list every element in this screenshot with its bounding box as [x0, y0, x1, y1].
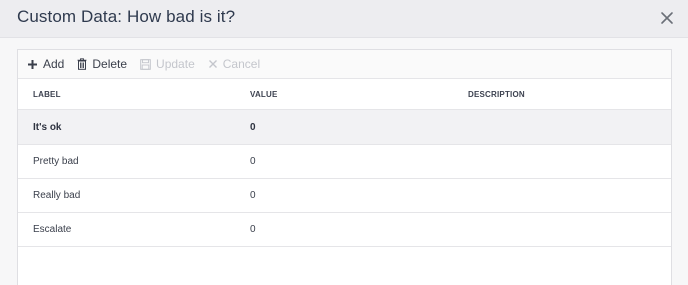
custom-data-table: LABEL VALUE DESCRIPTION It's ok 0 Pretty… — [18, 79, 671, 247]
row-value: 0 — [250, 190, 256, 201]
cancel-button-label: Cancel — [222, 57, 261, 71]
save-icon — [140, 58, 151, 70]
row-value: 0 — [250, 156, 256, 167]
table-row[interactable]: Pretty bad 0 — [18, 145, 671, 179]
add-button[interactable]: Add — [27, 57, 64, 71]
close-icon[interactable] — [658, 9, 676, 27]
column-header-description[interactable]: DESCRIPTION — [468, 90, 525, 99]
row-value: 0 — [250, 224, 256, 235]
table-header-row: LABEL VALUE DESCRIPTION — [18, 79, 671, 110]
add-button-label: Add — [43, 57, 65, 71]
cancel-button[interactable]: Cancel — [208, 57, 260, 71]
table-row[interactable]: Escalate 0 — [18, 213, 671, 247]
row-label: It's ok — [33, 121, 62, 133]
toolbar: Add Delete Update Cancel — [18, 50, 671, 79]
table-row[interactable]: It's ok 0 — [18, 110, 671, 145]
row-label: Really bad — [33, 190, 81, 201]
delete-button[interactable]: Delete — [77, 57, 127, 71]
custom-data-panel: Add Delete Update Cancel LABEL VALUE DES… — [17, 49, 672, 285]
update-button[interactable]: Update — [140, 57, 195, 71]
column-header-label[interactable]: LABEL — [33, 90, 61, 99]
trash-icon — [77, 58, 87, 70]
delete-button-label: Delete — [92, 57, 128, 71]
dialog-header: Custom Data: How bad is it? — [0, 0, 688, 38]
plus-icon — [28, 59, 37, 69]
column-header-value[interactable]: VALUE — [250, 90, 278, 99]
row-value: 0 — [250, 121, 256, 133]
x-icon — [208, 60, 217, 68]
custom-data-dialog: Custom Data: How bad is it? Add Delete U… — [0, 0, 688, 285]
row-label: Pretty bad — [33, 156, 79, 167]
table-row[interactable]: Really bad 0 — [18, 179, 671, 213]
row-label: Escalate — [33, 224, 72, 235]
update-button-label: Update — [156, 57, 195, 71]
dialog-title: Custom Data: How bad is it? — [17, 7, 236, 26]
